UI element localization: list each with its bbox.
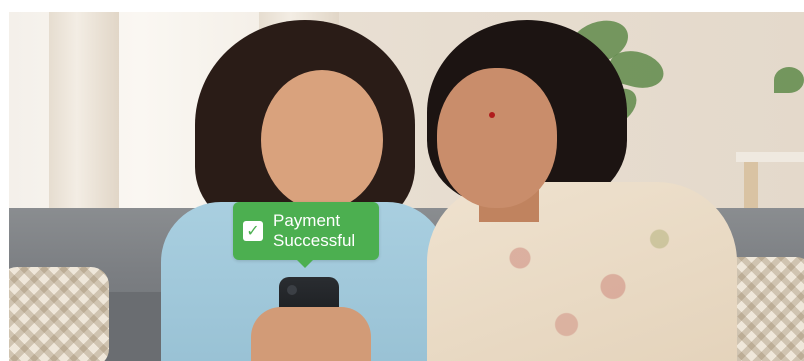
phone-camera (287, 285, 297, 295)
badge-line-2: Successful (273, 231, 356, 250)
saree (427, 182, 737, 361)
bindi (489, 112, 495, 118)
photo-scene (9, 12, 804, 361)
hands (251, 307, 371, 361)
payment-successful-badge: ✓ Payment Successful (233, 202, 379, 268)
badge-line-1: Payment (273, 211, 341, 230)
woman-face (437, 68, 557, 208)
badge-text: Payment Successful (273, 211, 355, 251)
plant-leaf (774, 67, 804, 93)
side-table (736, 152, 804, 162)
curtain-left (49, 12, 119, 227)
girl-face (261, 70, 383, 210)
cushion-left (9, 267, 109, 361)
check-icon: ✓ (243, 221, 263, 241)
